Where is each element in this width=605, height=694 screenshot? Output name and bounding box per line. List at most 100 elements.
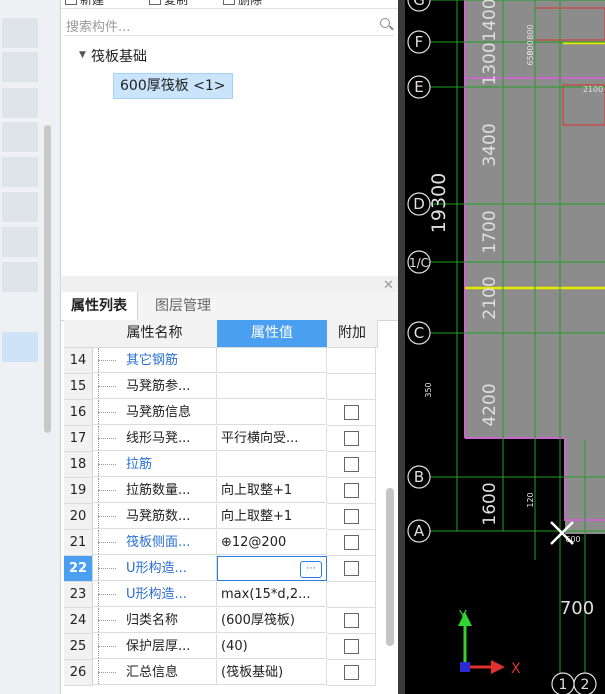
table-scrollbar[interactable]	[386, 488, 394, 646]
ellipsis-button[interactable]: ⋯	[300, 561, 322, 578]
close-icon[interactable]: ✕	[383, 278, 394, 293]
property-name-cell[interactable]: 归类名称	[92, 608, 217, 633]
property-name-cell[interactable]: 汇总信息	[92, 660, 217, 685]
copy-icon	[149, 0, 161, 5]
tree-connector	[98, 542, 116, 543]
property-value-cell[interactable]: (40)	[217, 634, 327, 659]
row-number[interactable]: 14	[64, 348, 93, 374]
property-name-cell[interactable]: 筏板侧面...	[92, 530, 217, 555]
extra-cell	[327, 530, 376, 556]
property-value-cell[interactable]: 平行横向受...	[217, 426, 327, 451]
nav-item-selected[interactable]	[2, 332, 38, 362]
row-number[interactable]: 26	[64, 660, 93, 686]
property-value-input[interactable]: ⋯	[217, 556, 327, 581]
header-extra: 附加	[327, 320, 378, 348]
row-number[interactable]: 16	[64, 400, 93, 426]
property-name-cell[interactable]: 保护层厚...	[92, 634, 217, 659]
property-name: U形构造...	[126, 587, 187, 602]
nav-item[interactable]	[2, 52, 38, 82]
new-icon	[65, 0, 77, 5]
search-icon[interactable]	[380, 18, 390, 28]
tab-properties[interactable]: 属性列表	[61, 292, 138, 320]
property-name-cell[interactable]: 拉筋数量...	[92, 478, 217, 503]
property-value-cell[interactable]: 向上取整+1	[217, 478, 327, 503]
expand-arrow-icon[interactable]: ▼	[79, 50, 86, 60]
nav-item[interactable]	[2, 227, 38, 257]
extra-checkbox[interactable]	[344, 535, 359, 550]
axis-label: E	[414, 78, 423, 96]
extra-checkbox[interactable]	[344, 561, 359, 576]
left-scrollbar[interactable]	[44, 125, 51, 433]
property-name-cell[interactable]: U形构造...	[92, 582, 217, 607]
property-name: 汇总信息	[126, 665, 179, 680]
search-input[interactable]: 搜索构件...	[64, 15, 394, 36]
property-value-cell[interactable]	[217, 400, 327, 425]
small-dimension-label: 800	[526, 24, 535, 39]
extra-checkbox[interactable]	[344, 639, 359, 654]
extra-checkbox[interactable]	[344, 665, 359, 680]
property-name-cell[interactable]: 马凳筋信息	[92, 400, 217, 425]
row-number[interactable]: 19	[64, 478, 93, 504]
row-number[interactable]: 22	[64, 556, 93, 582]
drawing-canvas[interactable]: G F E D 1/C C B A 1400 1300 3400 1700 2100 4200 1600 19…	[405, 0, 605, 694]
axis-label: F	[415, 33, 424, 51]
extra-cell	[327, 426, 376, 452]
row-number[interactable]: 20	[64, 504, 93, 530]
property-name-cell[interactable]: 其它钢筋	[92, 348, 217, 373]
row-number[interactable]: 18	[64, 452, 93, 478]
property-name-cell[interactable]: 拉筋	[92, 452, 217, 477]
property-value-cell[interactable]: 向上取整+1	[217, 504, 327, 529]
dimension-text: 1300	[480, 42, 500, 85]
tree-connector	[98, 672, 116, 673]
extra-checkbox[interactable]	[344, 509, 359, 524]
copy-button[interactable]: 复制	[149, 0, 188, 8]
property-name-cell[interactable]: U形构造...	[92, 556, 217, 581]
tree-item-selected[interactable]: 600厚筏板 <1>	[113, 73, 233, 99]
dimension-text: 1400	[480, 0, 500, 42]
nav-item[interactable]	[2, 18, 38, 48]
row-number[interactable]: 24	[64, 608, 93, 634]
property-name-cell[interactable]: 马凳筋数...	[92, 504, 217, 529]
property-name: 保护层厚...	[126, 639, 191, 654]
row-number[interactable]: 21	[64, 530, 93, 556]
row-number[interactable]: 17	[64, 426, 93, 452]
property-value-cell[interactable]	[217, 452, 327, 477]
property-value-cell[interactable]: (筏板基础)	[217, 660, 327, 685]
delete-icon	[223, 0, 235, 5]
cad-drawing: GFED1/CCBA140013003400170021004200160019…	[407, 0, 605, 694]
property-value-cell[interactable]	[217, 348, 327, 373]
extra-cell	[327, 504, 376, 530]
property-name: 马凳筋参...	[126, 379, 191, 394]
row-number[interactable]: 25	[64, 634, 93, 660]
row-number[interactable]: 23	[64, 582, 93, 608]
extra-checkbox[interactable]	[344, 483, 359, 498]
extra-checkbox[interactable]	[344, 613, 359, 628]
property-value-cell[interactable]: ⊕12@200	[217, 530, 327, 555]
new-button[interactable]: 新建	[65, 0, 104, 8]
nav-item[interactable]	[2, 192, 38, 222]
extra-cell	[327, 400, 376, 426]
header-value: 属性值	[217, 320, 328, 348]
property-value-cell[interactable]	[217, 374, 327, 399]
extra-checkbox[interactable]	[344, 457, 359, 472]
property-value-cell[interactable]: (600厚筏板)	[217, 608, 327, 633]
property-name-cell[interactable]: 马凳筋参...	[92, 374, 217, 399]
nav-item[interactable]	[2, 88, 38, 118]
ucs-origin	[460, 662, 470, 672]
nav-item[interactable]	[2, 262, 38, 292]
property-name: 马凳筋信息	[126, 405, 192, 420]
property-name: 马凳筋数...	[126, 509, 191, 524]
delete-button[interactable]: 删除	[223, 0, 262, 8]
property-value: (40)	[221, 639, 248, 654]
property-value-cell[interactable]: max(15*d,2...	[217, 582, 327, 607]
tree-connector	[98, 490, 116, 491]
property-name-cell[interactable]: 线形马凳...	[92, 426, 217, 451]
tree-group-raft-foundation[interactable]: 筏板基础	[91, 46, 147, 66]
row-number[interactable]: 15	[64, 374, 93, 400]
extra-checkbox[interactable]	[344, 431, 359, 446]
panel-divider[interactable]	[398, 0, 405, 694]
tab-layers[interactable]: 图层管理	[145, 292, 221, 320]
extra-checkbox[interactable]	[344, 405, 359, 420]
nav-item[interactable]	[2, 122, 38, 152]
nav-item[interactable]	[2, 157, 38, 187]
